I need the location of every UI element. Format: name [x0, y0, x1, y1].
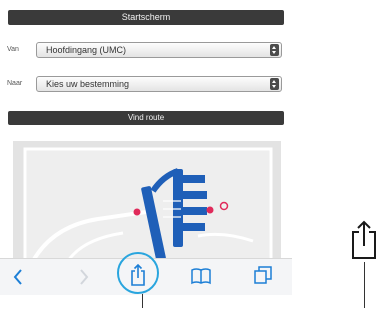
callout-line [364, 262, 365, 308]
from-select[interactable]: Hoofdingang (UMC) [36, 42, 282, 58]
back-icon[interactable] [12, 268, 24, 286]
map-view[interactable] [13, 141, 281, 261]
phone-screen: Startscherm Van Hoofdingang (UMC) Naar K… [0, 0, 292, 300]
callout-line [142, 294, 143, 308]
from-label: Van [7, 46, 19, 53]
to-select-value: Kies uw bestemming [46, 79, 130, 89]
share-icon-enlarged [351, 220, 377, 260]
forward-icon[interactable] [78, 268, 90, 286]
bookmarks-icon[interactable] [190, 266, 212, 286]
find-route-button[interactable]: Vind route [8, 111, 284, 125]
page-title: Startscherm [8, 10, 284, 25]
tabs-icon[interactable] [253, 265, 273, 285]
to-label: Naar [7, 80, 23, 87]
share-highlight-circle [117, 252, 159, 294]
to-select[interactable]: Kies uw bestemming [36, 76, 282, 92]
select-arrows-icon [270, 44, 279, 56]
select-arrows-icon [270, 78, 279, 90]
from-select-value: Hoofdingang (UMC) [46, 45, 127, 55]
map-graphic [13, 141, 281, 261]
